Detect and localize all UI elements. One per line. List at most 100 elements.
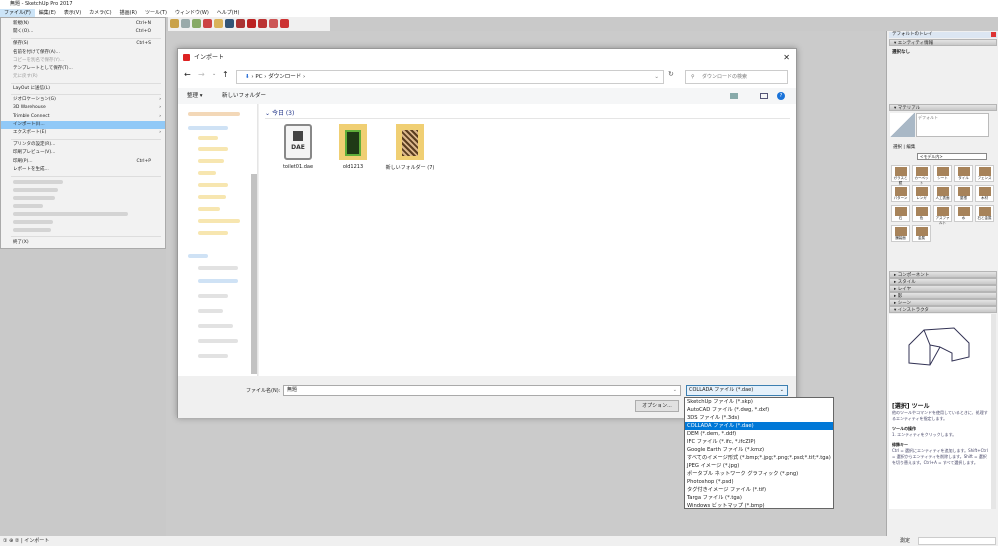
menu-item-new[interactable]: 新規(N) Ctrl+N bbox=[1, 20, 165, 28]
filetype-option[interactable]: Windows ビットマップ (*.bmp) bbox=[685, 502, 833, 510]
filetype-option[interactable]: ポータブル ネットワーク グラフィック (*.png) bbox=[685, 470, 833, 478]
dimension-icon[interactable] bbox=[181, 19, 190, 28]
panel-shadows[interactable]: ▸ 影 bbox=[889, 292, 997, 299]
material-swatch[interactable]: 金属 bbox=[912, 225, 931, 242]
breadcrumb-pc[interactable]: PC bbox=[255, 74, 262, 80]
material-swatch[interactable]: 舗装面 bbox=[891, 225, 910, 242]
menu-help[interactable]: ヘルプ(H) bbox=[213, 9, 244, 17]
material-swatch[interactable]: 石と金属 bbox=[975, 205, 994, 222]
material-swatch[interactable]: 木材 bbox=[975, 185, 994, 202]
menu-edit[interactable]: 編集(E) bbox=[35, 9, 60, 17]
material-swatch[interactable]: 水 bbox=[954, 205, 973, 222]
share-model-icon[interactable] bbox=[258, 19, 267, 28]
menu-item-save-template[interactable]: テンプレートとして保存(T)... bbox=[1, 65, 165, 73]
refresh-icon[interactable]: ↻ bbox=[668, 70, 674, 78]
file-item[interactable]: DAE toilet01.dae bbox=[273, 124, 323, 170]
warehouse-icon[interactable] bbox=[247, 19, 256, 28]
menu-tools[interactable]: ツール(T) bbox=[141, 9, 171, 17]
material-swatch[interactable]: パターン bbox=[891, 185, 910, 202]
material-swatch[interactable]: フェンス bbox=[975, 165, 994, 182]
filetype-option[interactable]: Photoshop (*.psd) bbox=[685, 478, 833, 486]
material-swatch[interactable]: 人工表面 bbox=[933, 185, 952, 202]
menu-item-report[interactable]: レポートを生成... bbox=[1, 166, 165, 174]
menu-window[interactable]: ウィンドウ(W) bbox=[171, 9, 213, 17]
panel-layers[interactable]: ▸ レイヤ bbox=[889, 285, 997, 292]
credits-icon[interactable]: ⊕ bbox=[9, 538, 13, 544]
menu-item-import[interactable]: インポート(I)... bbox=[1, 121, 165, 129]
menu-item-print-setup[interactable]: プリンタの設定(R)... bbox=[1, 141, 165, 149]
geo-icon[interactable]: ① bbox=[3, 538, 7, 544]
menu-view[interactable]: 表示(V) bbox=[60, 9, 85, 17]
material-swatch[interactable]: レンガ bbox=[912, 185, 931, 202]
forward-icon[interactable]: → bbox=[198, 70, 205, 79]
menu-item-3d-warehouse[interactable]: 3D Warehouse › bbox=[1, 104, 165, 112]
orbit-icon[interactable] bbox=[203, 19, 212, 28]
library-select[interactable]: <モデル内> bbox=[917, 153, 987, 160]
menu-item-open[interactable]: 開く(O)... Ctrl+O bbox=[1, 28, 165, 36]
filetype-option[interactable]: JPEG イメージ (*.jpg) bbox=[685, 462, 833, 470]
filetype-option[interactable]: IFC ファイル (*.ifc, *.ifcZIP) bbox=[685, 438, 833, 446]
new-folder-button[interactable]: 新しいフォルダー bbox=[222, 88, 266, 104]
folder-item[interactable]: 新しいフォルダー (7) bbox=[385, 124, 435, 171]
filetype-option[interactable]: DEM (*.dem, *.ddf) bbox=[685, 430, 833, 438]
history-dropdown-icon[interactable]: ⌄ bbox=[654, 71, 659, 83]
zoom-icon[interactable] bbox=[225, 19, 234, 28]
menu-file[interactable]: ファイル(F) bbox=[0, 9, 35, 17]
instructor-scrollbar[interactable] bbox=[991, 314, 996, 509]
filetype-option[interactable]: すべてのイメージ形式 (*.bmp;*.jpg;*.png;*.psd;*.ti… bbox=[685, 454, 833, 462]
up-icon[interactable]: ↑ bbox=[222, 70, 229, 79]
menu-item-print-preview[interactable]: 印刷プレビュー(V)... bbox=[1, 149, 165, 157]
panel-instructor[interactable]: ▾ インストラクタ bbox=[889, 306, 997, 313]
panel-styles[interactable]: ▸ スタイル bbox=[889, 278, 997, 285]
preview-pane-icon[interactable] bbox=[760, 93, 768, 99]
options-button[interactable]: オプション... bbox=[635, 400, 679, 412]
menu-item-revert[interactable]: 元に戻す(R) bbox=[1, 73, 165, 81]
menu-camera[interactable]: カメラ(C) bbox=[85, 9, 115, 17]
navigation-pane[interactable] bbox=[178, 104, 258, 376]
filetype-option[interactable]: 3DS ファイル (*.3ds) bbox=[685, 414, 833, 422]
tape-icon[interactable] bbox=[170, 19, 179, 28]
material-swatch[interactable]: 石 bbox=[891, 205, 910, 222]
breadcrumb-downloads[interactable]: ダウンロード bbox=[268, 74, 301, 80]
material-name-field[interactable]: デフォルト bbox=[916, 113, 989, 137]
breadcrumb[interactable]: ⬇ › PC › ダウンロード › ⌄ bbox=[236, 70, 664, 84]
help-icon[interactable]: ? bbox=[777, 92, 785, 100]
filetype-option[interactable]: AutoCAD ファイル (*.dwg, *.dxf) bbox=[685, 406, 833, 414]
menu-item-exit[interactable]: 終了(X) bbox=[1, 239, 165, 247]
zoom-extents-icon[interactable] bbox=[236, 19, 245, 28]
menu-item-save-copy[interactable]: コピーを別名で保存(Y)... bbox=[1, 57, 165, 65]
panel-components[interactable]: ▸ コンポーネント bbox=[889, 271, 997, 278]
group-header[interactable]: ⌄ 今日 (3) bbox=[265, 108, 294, 117]
material-swatch[interactable]: カーペット bbox=[912, 165, 931, 185]
close-icon[interactable]: ✕ bbox=[783, 49, 790, 66]
filetype-option[interactable]: タグ付きイメージ ファイル (*.tif) bbox=[685, 486, 833, 494]
search-input[interactable]: ⚲ ダウンロードの検索 bbox=[685, 70, 788, 84]
material-swatch[interactable]: 屋根 bbox=[954, 185, 973, 202]
tab-select[interactable]: 選択 bbox=[893, 145, 902, 150]
menu-item-trimble-connect[interactable]: Trimble Connect › bbox=[1, 113, 165, 121]
user-icon[interactable]: ② bbox=[15, 538, 19, 544]
menu-item-save-as[interactable]: 名前を付けて保存(A)... bbox=[1, 49, 165, 57]
menu-item-geolocation[interactable]: ジオロケーション(G) › bbox=[1, 96, 165, 104]
panel-materials[interactable]: ▾ マテリアル bbox=[889, 104, 997, 111]
ruby-icon[interactable] bbox=[280, 19, 289, 28]
filetype-option[interactable]: Targa ファイル (*.tga) bbox=[685, 494, 833, 502]
pan-icon[interactable] bbox=[214, 19, 223, 28]
filetype-option[interactable]: COLLADA ファイル (*.dae) bbox=[685, 422, 833, 430]
material-swatch[interactable]: タイル bbox=[954, 165, 973, 182]
folder-item[interactable]: old1213 bbox=[328, 124, 378, 170]
material-swatch[interactable]: シート bbox=[933, 165, 952, 182]
filetype-select[interactable]: COLLADA ファイル (*.dae) ⌄ bbox=[686, 385, 788, 396]
back-icon[interactable]: ← bbox=[184, 70, 191, 79]
organize-button[interactable]: 整理 ▾ bbox=[187, 88, 203, 104]
material-swatch[interactable]: ガラスと鏡 bbox=[891, 165, 910, 185]
protractor-icon[interactable] bbox=[192, 19, 201, 28]
menu-item-send-layout[interactable]: LayOut に送信(L) bbox=[1, 85, 165, 93]
menu-item-export[interactable]: エクスポート(E) › bbox=[1, 129, 165, 137]
menu-item-print[interactable]: 印刷(P)... Ctrl+P bbox=[1, 158, 165, 166]
panel-scenes[interactable]: ▸ シーン bbox=[889, 299, 997, 306]
panel-entity-info[interactable]: ▾ エンティティ情報 bbox=[889, 39, 997, 46]
material-swatch[interactable]: アスファルト bbox=[933, 205, 952, 225]
menu-item-save[interactable]: 保存(S) Ctrl+S bbox=[1, 40, 165, 48]
tab-edit[interactable]: 編集 bbox=[906, 145, 915, 150]
